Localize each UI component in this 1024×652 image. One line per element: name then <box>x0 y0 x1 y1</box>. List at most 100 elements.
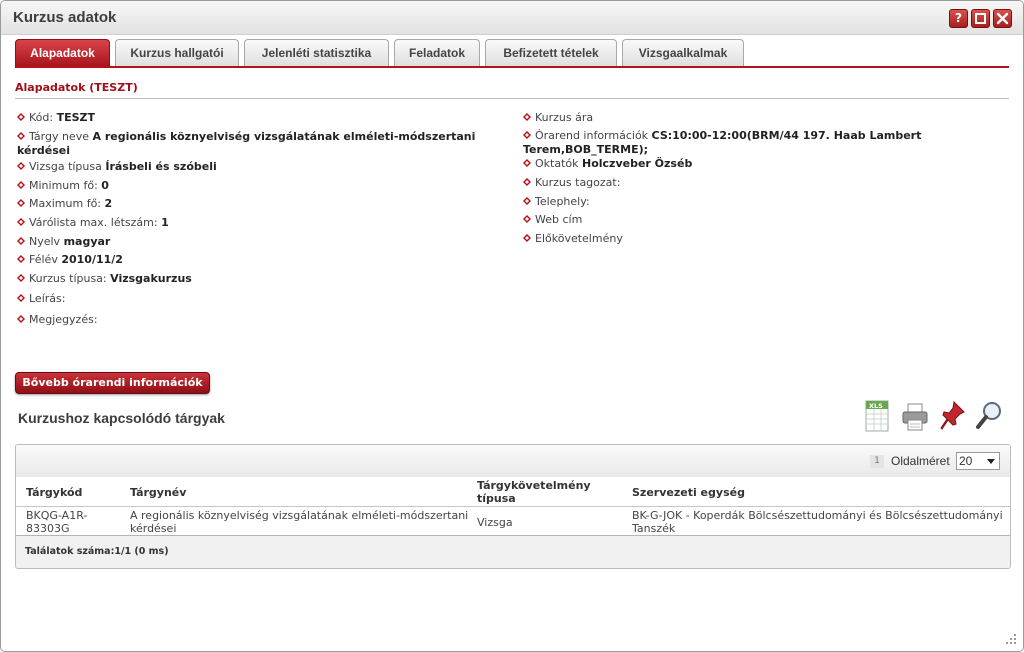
diamond-bullet-icon <box>523 234 531 242</box>
field-kurzus-ara: Kurzus ára <box>523 111 593 125</box>
maximize-button[interactable] <box>971 9 990 28</box>
field-label: Kurzus típusa: <box>29 272 107 285</box>
field-label: Kurzus tagozat: <box>535 176 621 189</box>
column-header-requirement[interactable]: Tárgykövetelmény típusa <box>477 479 591 505</box>
field-label: Előkövetelmény <box>535 232 623 245</box>
close-icon <box>996 12 1009 25</box>
header-divider <box>16 506 1010 507</box>
field-vizsga-tipusa: Vizsga típusa Írásbeli és szóbeli <box>17 160 217 174</box>
diamond-bullet-icon <box>17 237 25 245</box>
grid-footer: Találatok száma:1/1 (0 ms) <box>16 536 1010 568</box>
diamond-bullet-icon <box>17 132 25 140</box>
diamond-bullet-icon <box>17 181 25 189</box>
diamond-bullet-icon <box>523 159 531 167</box>
pager-page-number[interactable]: 1 <box>870 455 884 468</box>
excel-export-icon[interactable]: XLS <box>863 398 893 434</box>
cell-code: BKQG-A1R- 83303G <box>26 509 87 535</box>
section-title: Alapadatok (TESZT) <box>15 81 138 94</box>
column-header-org-unit[interactable]: Szervezeti egység <box>632 486 745 499</box>
page-size-value: 20 <box>959 454 973 468</box>
field-value-continued: kérdései <box>17 144 71 157</box>
field-orarend: Órarend információk CS:10:00-12:00(BRM/4… <box>523 129 921 157</box>
field-label: Megjegyzés: <box>29 313 98 326</box>
field-varolista: Várólista max. létszám: 1 <box>17 216 169 230</box>
field-nyelv: Nyelv magyar <box>17 235 110 249</box>
cell-requirement: Vizsga <box>477 516 513 529</box>
field-kod: Kód: TESZT <box>17 111 95 125</box>
field-value: 2010/11/2 <box>61 253 123 266</box>
column-header-requirement-line1: Tárgykövetelmény <box>477 479 591 492</box>
field-label: Telephely: <box>535 195 590 208</box>
maximize-icon <box>975 13 986 24</box>
column-header-code[interactable]: Tárgykód <box>26 486 82 499</box>
field-label: Maximum fő: <box>29 197 102 210</box>
more-schedule-info-button[interactable]: Bővebb órarendi információk <box>15 372 210 394</box>
field-value: TESZT <box>56 111 96 124</box>
course-details-window: Kurzus adatok ? Alapadatok Kurzus hallga… <box>0 0 1024 652</box>
result-count: Találatok száma:1/1 (0 ms) <box>25 546 169 557</box>
help-button[interactable]: ? <box>949 9 968 28</box>
field-label: Minimum fő: <box>29 179 98 192</box>
field-value: Vizsgakurzus <box>110 272 192 285</box>
field-value: Holczveber Özséb <box>582 157 693 170</box>
field-value-continued: Terem,BOB_TERME); <box>523 143 649 156</box>
field-kurzus-tagozat: Kurzus tagozat: <box>523 176 620 190</box>
diamond-bullet-icon <box>17 162 25 170</box>
pin-icon[interactable] <box>937 398 967 434</box>
tab-alapadatok[interactable]: Alapadatok <box>15 39 110 67</box>
section-divider <box>15 98 1009 99</box>
diamond-bullet-icon <box>17 315 25 323</box>
cell-org-unit: BK-G-JOK - Koperdák Bölcsészettudományi … <box>632 509 1003 535</box>
related-subjects-title: Kurzushoz kapcsolódó tárgyak <box>18 410 225 426</box>
print-icon[interactable] <box>900 398 930 434</box>
field-megjegyzes: Megjegyzés: <box>17 313 98 327</box>
field-value: A regionális köznyelviség vizsgálatának … <box>92 130 476 143</box>
field-label: Tárgy neve <box>29 130 89 143</box>
field-web-cim: Web cím <box>523 213 582 227</box>
tab-kurzus-hallgatoi[interactable]: Kurzus hallgatói <box>115 39 239 67</box>
field-label: Web cím <box>535 213 583 226</box>
field-label: Félév <box>29 253 58 266</box>
diamond-bullet-icon <box>17 294 25 302</box>
page-size-label: Oldalméret <box>891 454 950 468</box>
tab-befizetett-tetelek[interactable]: Befizetett tételek <box>485 39 617 67</box>
cell-code-line2: 83303G <box>26 522 70 535</box>
chevron-down-icon <box>987 459 995 464</box>
field-value: Írásbeli és szóbeli <box>105 160 217 173</box>
field-label: Várólista max. létszám: <box>29 216 158 229</box>
page-size-select[interactable]: 20 <box>956 452 1000 470</box>
column-header-requirement-line2: típusa <box>477 492 516 505</box>
diamond-bullet-icon <box>523 113 531 121</box>
tab-jelenleti-statisztika[interactable]: Jelenléti statisztika <box>244 39 389 67</box>
diamond-bullet-icon <box>17 218 25 226</box>
column-header-name[interactable]: Tárgynév <box>130 486 186 499</box>
field-label: Órarend információk <box>535 129 649 142</box>
title-bar[interactable]: Kurzus adatok ? <box>1 1 1023 35</box>
resize-grip-icon[interactable] <box>1005 633 1017 645</box>
field-label: Vizsga típusa <box>29 160 102 173</box>
diamond-bullet-icon <box>523 178 531 186</box>
field-felev: Félév 2010/11/2 <box>17 253 123 267</box>
diamond-bullet-icon <box>17 199 25 207</box>
close-button[interactable] <box>993 9 1012 28</box>
field-leiras: Leírás: <box>17 292 65 306</box>
diamond-bullet-icon <box>17 255 25 263</box>
window-title: Kurzus adatok <box>13 9 117 26</box>
diamond-bullet-icon <box>523 131 531 139</box>
excel-label: XLS <box>869 402 883 410</box>
tab-feladatok[interactable]: Feladatok <box>394 39 480 67</box>
field-value: magyar <box>63 235 111 248</box>
field-value: 1 <box>161 216 169 229</box>
field-targy-neve: Tárgy neve A regionális köznyelviség viz… <box>17 130 475 158</box>
cell-name-line1: A regionális köznyelviség vizsgálatának … <box>130 509 469 522</box>
field-value: 2 <box>104 197 113 210</box>
field-oktatok: Oktatók Holczveber Özséb <box>523 157 692 171</box>
field-kurzus-tipusa: Kurzus típusa: Vizsgakurzus <box>17 272 192 286</box>
diamond-bullet-icon <box>523 197 531 205</box>
search-icon[interactable] <box>974 398 1004 434</box>
related-subjects-grid: 1 Oldalméret 20 Tárgykód Tárgynév Tárgyk… <box>15 444 1011 569</box>
tab-vizsgaalkalmak[interactable]: Vizsgaalkalmak <box>622 39 744 67</box>
field-maximum-fo: Maximum fő: 2 <box>17 197 112 211</box>
diamond-bullet-icon <box>523 215 531 223</box>
field-label: Leírás: <box>29 292 66 305</box>
